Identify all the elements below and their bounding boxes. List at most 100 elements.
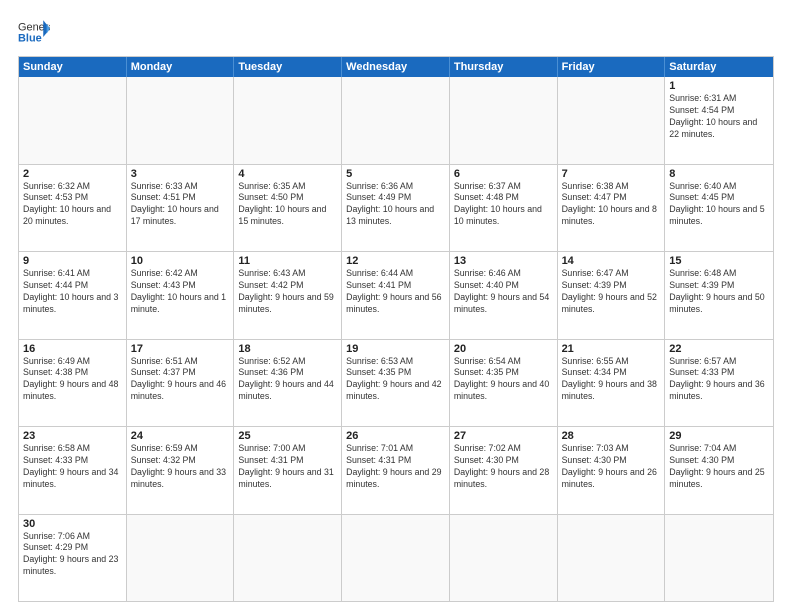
day-number: 22	[669, 343, 769, 355]
day-number: 3	[131, 168, 230, 180]
calendar-cell: 3Sunrise: 6:33 AM Sunset: 4:51 PM Daylig…	[127, 165, 235, 252]
day-info: Sunrise: 6:37 AM Sunset: 4:48 PM Dayligh…	[454, 181, 553, 229]
calendar-cell: 12Sunrise: 6:44 AM Sunset: 4:41 PM Dayli…	[342, 252, 450, 339]
day-number: 25	[238, 430, 337, 442]
calendar-row: 2Sunrise: 6:32 AM Sunset: 4:53 PM Daylig…	[19, 164, 773, 252]
calendar-cell	[450, 515, 558, 602]
calendar-cell: 26Sunrise: 7:01 AM Sunset: 4:31 PM Dayli…	[342, 427, 450, 514]
day-info: Sunrise: 7:02 AM Sunset: 4:30 PM Dayligh…	[454, 443, 553, 491]
calendar-cell	[558, 77, 666, 164]
day-number: 29	[669, 430, 769, 442]
day-info: Sunrise: 6:47 AM Sunset: 4:39 PM Dayligh…	[562, 268, 661, 316]
calendar-row: 30Sunrise: 7:06 AM Sunset: 4:29 PM Dayli…	[19, 514, 773, 602]
calendar-cell	[234, 77, 342, 164]
calendar-row: 9Sunrise: 6:41 AM Sunset: 4:44 PM Daylig…	[19, 251, 773, 339]
header: General Blue	[18, 18, 774, 46]
calendar-row: 1Sunrise: 6:31 AM Sunset: 4:54 PM Daylig…	[19, 77, 773, 164]
calendar-cell: 9Sunrise: 6:41 AM Sunset: 4:44 PM Daylig…	[19, 252, 127, 339]
day-info: Sunrise: 7:06 AM Sunset: 4:29 PM Dayligh…	[23, 531, 122, 579]
calendar-cell	[19, 77, 127, 164]
day-number: 7	[562, 168, 661, 180]
day-number: 24	[131, 430, 230, 442]
day-number: 30	[23, 518, 122, 530]
day-info: Sunrise: 6:43 AM Sunset: 4:42 PM Dayligh…	[238, 268, 337, 316]
calendar-cell: 7Sunrise: 6:38 AM Sunset: 4:47 PM Daylig…	[558, 165, 666, 252]
calendar-row: 16Sunrise: 6:49 AM Sunset: 4:38 PM Dayli…	[19, 339, 773, 427]
day-info: Sunrise: 6:32 AM Sunset: 4:53 PM Dayligh…	[23, 181, 122, 229]
day-number: 1	[669, 80, 769, 92]
day-number: 20	[454, 343, 553, 355]
logo: General Blue	[18, 18, 50, 46]
calendar-header: SundayMondayTuesdayWednesdayThursdayFrid…	[19, 57, 773, 77]
calendar-cell: 24Sunrise: 6:59 AM Sunset: 4:32 PM Dayli…	[127, 427, 235, 514]
day-info: Sunrise: 7:00 AM Sunset: 4:31 PM Dayligh…	[238, 443, 337, 491]
day-number: 21	[562, 343, 661, 355]
day-number: 14	[562, 255, 661, 267]
day-info: Sunrise: 6:35 AM Sunset: 4:50 PM Dayligh…	[238, 181, 337, 229]
calendar-cell: 29Sunrise: 7:04 AM Sunset: 4:30 PM Dayli…	[665, 427, 773, 514]
day-info: Sunrise: 6:54 AM Sunset: 4:35 PM Dayligh…	[454, 356, 553, 404]
day-info: Sunrise: 6:49 AM Sunset: 4:38 PM Dayligh…	[23, 356, 122, 404]
calendar-cell: 11Sunrise: 6:43 AM Sunset: 4:42 PM Dayli…	[234, 252, 342, 339]
weekday-header: Wednesday	[342, 57, 450, 77]
day-number: 8	[669, 168, 769, 180]
calendar-cell: 18Sunrise: 6:52 AM Sunset: 4:36 PM Dayli…	[234, 340, 342, 427]
calendar-cell: 1Sunrise: 6:31 AM Sunset: 4:54 PM Daylig…	[665, 77, 773, 164]
calendar-cell: 19Sunrise: 6:53 AM Sunset: 4:35 PM Dayli…	[342, 340, 450, 427]
day-number: 6	[454, 168, 553, 180]
day-info: Sunrise: 6:31 AM Sunset: 4:54 PM Dayligh…	[669, 93, 769, 141]
day-number: 12	[346, 255, 445, 267]
day-info: Sunrise: 6:59 AM Sunset: 4:32 PM Dayligh…	[131, 443, 230, 491]
day-number: 13	[454, 255, 553, 267]
day-number: 17	[131, 343, 230, 355]
weekday-header: Sunday	[19, 57, 127, 77]
day-number: 2	[23, 168, 122, 180]
day-number: 27	[454, 430, 553, 442]
calendar-cell: 20Sunrise: 6:54 AM Sunset: 4:35 PM Dayli…	[450, 340, 558, 427]
calendar-cell: 6Sunrise: 6:37 AM Sunset: 4:48 PM Daylig…	[450, 165, 558, 252]
calendar-row: 23Sunrise: 6:58 AM Sunset: 4:33 PM Dayli…	[19, 426, 773, 514]
calendar-cell: 8Sunrise: 6:40 AM Sunset: 4:45 PM Daylig…	[665, 165, 773, 252]
calendar-cell: 17Sunrise: 6:51 AM Sunset: 4:37 PM Dayli…	[127, 340, 235, 427]
day-number: 5	[346, 168, 445, 180]
calendar-cell: 10Sunrise: 6:42 AM Sunset: 4:43 PM Dayli…	[127, 252, 235, 339]
day-number: 26	[346, 430, 445, 442]
day-info: Sunrise: 6:33 AM Sunset: 4:51 PM Dayligh…	[131, 181, 230, 229]
day-info: Sunrise: 6:53 AM Sunset: 4:35 PM Dayligh…	[346, 356, 445, 404]
day-number: 23	[23, 430, 122, 442]
day-info: Sunrise: 7:03 AM Sunset: 4:30 PM Dayligh…	[562, 443, 661, 491]
calendar: SundayMondayTuesdayWednesdayThursdayFrid…	[18, 56, 774, 602]
day-info: Sunrise: 6:57 AM Sunset: 4:33 PM Dayligh…	[669, 356, 769, 404]
svg-text:Blue: Blue	[18, 32, 42, 44]
calendar-cell: 14Sunrise: 6:47 AM Sunset: 4:39 PM Dayli…	[558, 252, 666, 339]
day-number: 28	[562, 430, 661, 442]
calendar-cell	[127, 515, 235, 602]
calendar-cell: 13Sunrise: 6:46 AM Sunset: 4:40 PM Dayli…	[450, 252, 558, 339]
weekday-header: Friday	[558, 57, 666, 77]
calendar-cell	[665, 515, 773, 602]
calendar-cell	[342, 515, 450, 602]
calendar-cell: 28Sunrise: 7:03 AM Sunset: 4:30 PM Dayli…	[558, 427, 666, 514]
calendar-cell: 25Sunrise: 7:00 AM Sunset: 4:31 PM Dayli…	[234, 427, 342, 514]
calendar-cell: 4Sunrise: 6:35 AM Sunset: 4:50 PM Daylig…	[234, 165, 342, 252]
calendar-cell: 2Sunrise: 6:32 AM Sunset: 4:53 PM Daylig…	[19, 165, 127, 252]
day-number: 11	[238, 255, 337, 267]
day-number: 4	[238, 168, 337, 180]
calendar-cell: 23Sunrise: 6:58 AM Sunset: 4:33 PM Dayli…	[19, 427, 127, 514]
day-number: 19	[346, 343, 445, 355]
day-info: Sunrise: 6:52 AM Sunset: 4:36 PM Dayligh…	[238, 356, 337, 404]
calendar-cell: 22Sunrise: 6:57 AM Sunset: 4:33 PM Dayli…	[665, 340, 773, 427]
day-info: Sunrise: 6:38 AM Sunset: 4:47 PM Dayligh…	[562, 181, 661, 229]
logo-icon: General Blue	[18, 18, 50, 46]
calendar-cell	[234, 515, 342, 602]
calendar-cell	[558, 515, 666, 602]
day-info: Sunrise: 6:48 AM Sunset: 4:39 PM Dayligh…	[669, 268, 769, 316]
calendar-cell: 27Sunrise: 7:02 AM Sunset: 4:30 PM Dayli…	[450, 427, 558, 514]
day-info: Sunrise: 7:01 AM Sunset: 4:31 PM Dayligh…	[346, 443, 445, 491]
day-number: 18	[238, 343, 337, 355]
day-number: 15	[669, 255, 769, 267]
day-info: Sunrise: 6:42 AM Sunset: 4:43 PM Dayligh…	[131, 268, 230, 316]
weekday-header: Tuesday	[234, 57, 342, 77]
calendar-cell: 16Sunrise: 6:49 AM Sunset: 4:38 PM Dayli…	[19, 340, 127, 427]
weekday-header: Saturday	[665, 57, 773, 77]
